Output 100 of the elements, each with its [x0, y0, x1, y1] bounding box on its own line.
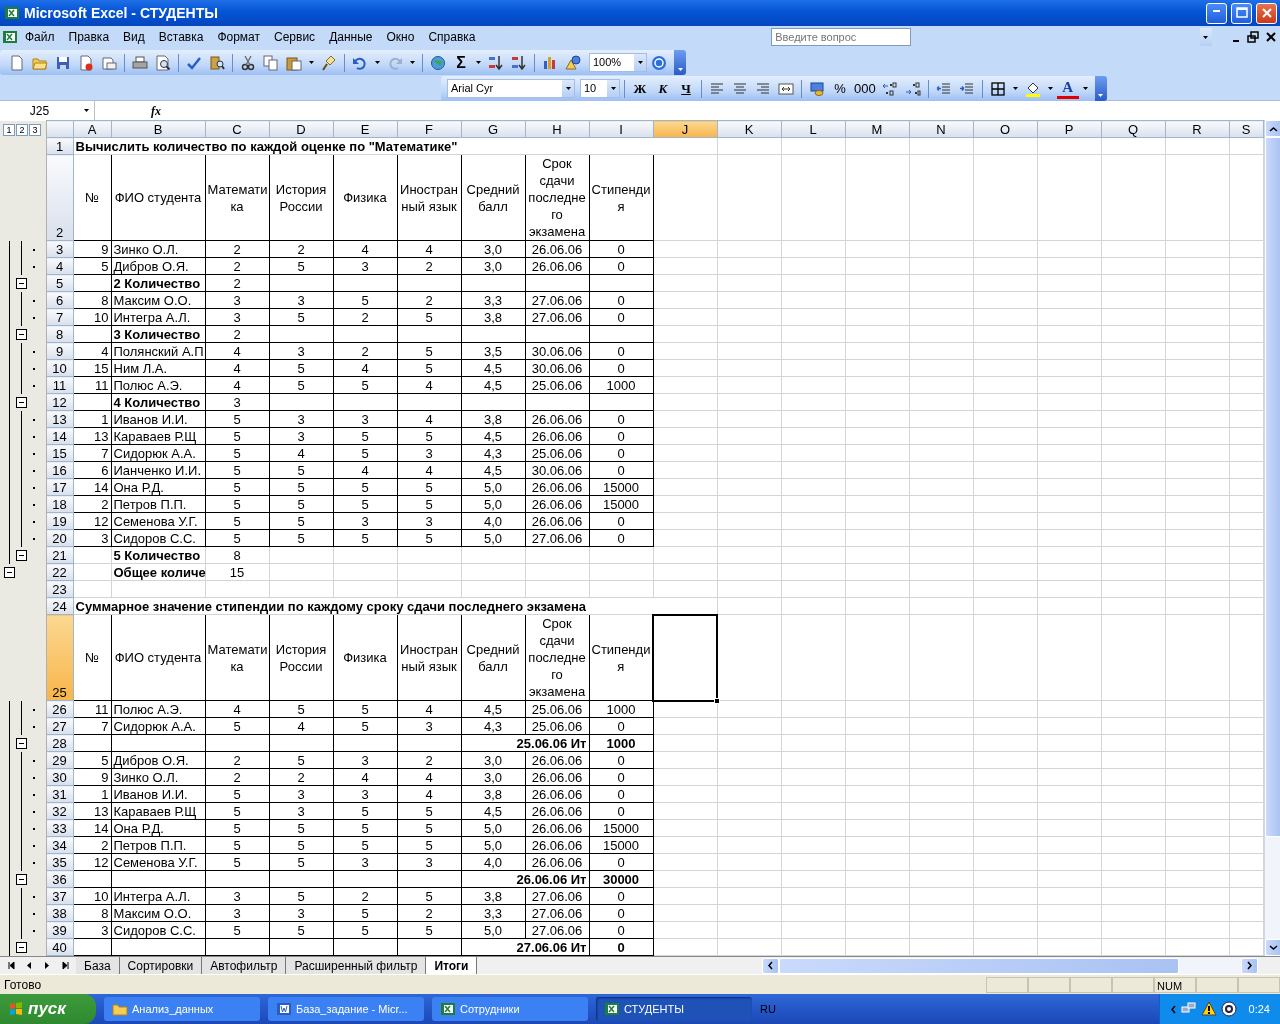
table-cell: 5 — [333, 836, 397, 854]
menu-item[interactable]: Справка — [421, 26, 483, 48]
outline-level-button[interactable]: 1 — [3, 124, 15, 136]
table-cell: 7 — [73, 717, 111, 735]
taskbar-item[interactable]: База_задание - Micr... — [268, 997, 424, 1021]
column-header[interactable]: E — [333, 120, 397, 138]
column-header[interactable]: H — [525, 120, 589, 138]
question-field[interactable]: Введите вопрос — [771, 28, 912, 46]
sheet-tab[interactable]: Итоги — [426, 957, 478, 974]
sheet-tab[interactable]: Автофильтр — [202, 957, 287, 974]
table-cell: 2 — [205, 751, 269, 769]
maximize-button[interactable] — [1231, 2, 1252, 24]
table-cell: 1000 — [589, 700, 653, 718]
sheet-tab[interactable]: Расширенный фильтр — [286, 957, 427, 974]
menu-item[interactable]: Файл — [18, 26, 62, 48]
column-header[interactable]: L — [781, 120, 845, 138]
column-heading: Средний балл — [461, 154, 525, 241]
sheet-tab[interactable]: Сортировки — [119, 957, 203, 974]
table-cell: 5 — [333, 291, 397, 309]
table-cell: 1 — [73, 785, 111, 803]
row-header[interactable]: 25 — [46, 614, 73, 701]
sum-button[interactable]: Σ — [450, 51, 472, 74]
column-header[interactable]: F — [397, 120, 461, 138]
collapse-button[interactable] — [16, 941, 27, 953]
percent-button[interactable]: % — [829, 77, 851, 100]
table-cell: 5 — [269, 853, 333, 871]
outline-level-button[interactable]: 2 — [16, 124, 28, 136]
column-heading: История России — [269, 154, 333, 241]
table-cell: 3 — [205, 887, 269, 905]
active-cell[interactable] — [653, 614, 717, 701]
table-cell: 5 — [333, 376, 397, 394]
collapse-button[interactable] — [16, 277, 27, 289]
underline-button[interactable]: Ч — [675, 77, 697, 100]
table-cell: Максим О.О. — [111, 291, 205, 309]
column-header[interactable]: K — [717, 120, 781, 138]
collapse-button[interactable] — [16, 328, 27, 340]
caret-icon — [83, 108, 90, 113]
restore-icon — [1246, 30, 1260, 44]
table-cell: 4,5 — [461, 427, 525, 445]
column-header[interactable]: B — [111, 120, 205, 138]
thousands-button[interactable]: 000 — [852, 77, 878, 100]
column-heading: ФИО студента — [111, 154, 205, 241]
scroll-down-button[interactable] — [1264, 939, 1280, 956]
zoom-field[interactable]: 100% — [589, 53, 647, 72]
column-header[interactable]: D — [269, 120, 333, 138]
menu-item[interactable]: Вид — [116, 26, 152, 48]
menu-item[interactable]: Сервис — [267, 26, 323, 48]
table-cell: 1000 — [589, 376, 653, 394]
horizontal-scrollbar[interactable] — [762, 957, 1258, 974]
column-header[interactable]: C — [205, 120, 269, 138]
scroll-right-button[interactable] — [1241, 957, 1258, 974]
font-field[interactable]: Arial Cyr — [447, 79, 575, 98]
status-indicator: NUM — [1154, 976, 1196, 993]
collapse-button[interactable] — [16, 873, 27, 885]
dropdown-button[interactable] — [1200, 28, 1212, 46]
column-header[interactable]: M — [845, 120, 909, 138]
column-header[interactable]: I — [589, 120, 653, 138]
start-button[interactable]: пуск — [0, 994, 96, 1024]
column-header[interactable]: R — [1165, 120, 1229, 138]
column-header[interactable]: A — [73, 120, 111, 138]
menu-item[interactable]: Формат — [210, 26, 268, 48]
sheet-tab[interactable]: База — [76, 957, 120, 974]
scroll-up-button[interactable] — [1264, 120, 1280, 137]
table-cell: 5 — [333, 921, 397, 939]
font-color-button[interactable]: A — [1056, 78, 1079, 99]
collapse-button[interactable] — [16, 396, 27, 408]
toolbar-options-button[interactable] — [1094, 76, 1107, 101]
table-cell: 5 — [205, 853, 269, 871]
menu-item[interactable]: Вставка — [151, 26, 211, 48]
scroll-left-button[interactable] — [762, 957, 779, 974]
column-header[interactable]: G — [461, 120, 525, 138]
taskbar-item[interactable]: Сотрудники — [432, 997, 588, 1021]
row-header[interactable]: 2 — [46, 154, 73, 241]
collapse-button[interactable] — [16, 737, 27, 749]
function-label[interactable]: fx — [151, 101, 161, 120]
outline-level-button[interactable]: 3 — [29, 124, 41, 136]
close-icon — [1264, 30, 1278, 44]
column-header[interactable]: O — [973, 120, 1037, 138]
scroll-thumb[interactable] — [1264, 137, 1280, 837]
menu-item[interactable]: Окно — [379, 26, 422, 48]
table-cell: 2 — [333, 308, 397, 326]
table-cell: 5 — [205, 819, 269, 837]
taskbar-item[interactable]: СТУДЕНТЫ — [596, 997, 752, 1021]
bold-button[interactable]: Ж — [629, 77, 651, 100]
table-cell: 0 — [589, 410, 653, 428]
menu-item[interactable]: Правка — [61, 26, 117, 48]
column-header[interactable]: J — [653, 120, 717, 138]
column-header[interactable]: Q — [1101, 120, 1165, 138]
column-header[interactable]: S — [1229, 120, 1263, 138]
collapse-button[interactable] — [4, 566, 15, 578]
scroll-thumb[interactable] — [779, 957, 1179, 974]
fill-handle[interactable] — [714, 697, 720, 704]
collapse-button[interactable] — [16, 549, 27, 561]
menu-item[interactable]: Данные — [322, 26, 380, 48]
column-header[interactable]: P — [1037, 120, 1101, 138]
italic-button[interactable]: К — [652, 77, 674, 100]
taskbar-item[interactable]: Анализ_данных — [104, 997, 260, 1021]
column-header[interactable]: N — [909, 120, 973, 138]
toolbar-options-button[interactable] — [674, 50, 686, 75]
font-size-field[interactable]: 10 — [580, 79, 620, 98]
